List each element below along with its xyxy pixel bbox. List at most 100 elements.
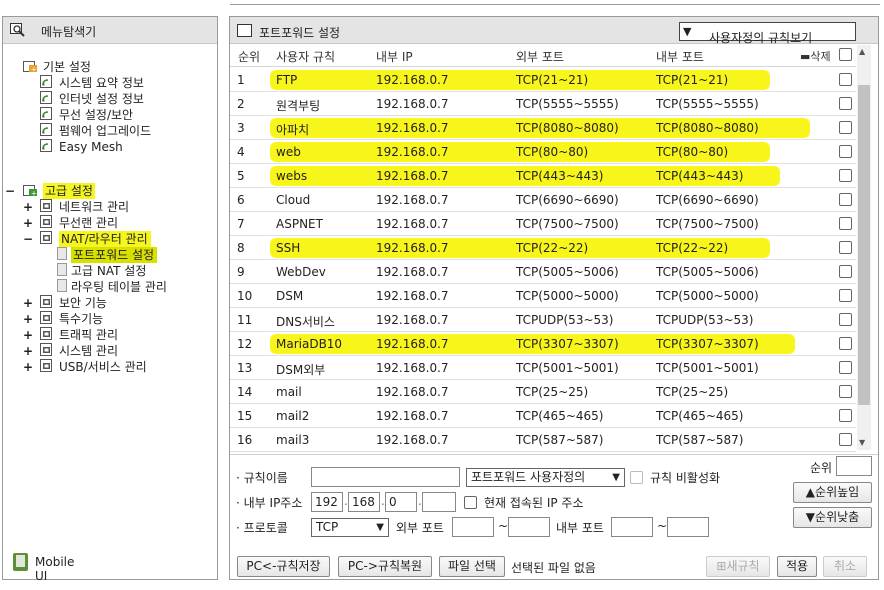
expand-toggle-icon[interactable]: +	[23, 295, 33, 311]
ext-port-start-input[interactable]	[452, 517, 494, 537]
row-delete-checkbox[interactable]	[839, 73, 852, 86]
ip-octet-1[interactable]: 192	[311, 492, 343, 512]
collapse-toggle-icon[interactable]: −	[23, 231, 33, 247]
scroll-up-icon[interactable]: ▲	[859, 47, 865, 56]
expand-toggle-icon[interactable]: +	[23, 327, 33, 343]
table-row[interactable]: 6 Cloud 192.168.0.7 TCP(6690~6690) TCP(6…	[230, 188, 856, 212]
menu-item[interactable]: USB/서비스 관리	[59, 359, 147, 375]
table-row[interactable]: 13 DSM외부 192.168.0.7 TCP(5001~5001) TCP(…	[230, 356, 856, 380]
menu-item[interactable]: 라우팅 테이블 관리	[71, 279, 167, 295]
menu-advanced-settings[interactable]: 고급 설정	[43, 183, 95, 199]
cell-rule-name[interactable]: SSH	[276, 241, 300, 255]
collapse-toggle-icon[interactable]: −	[5, 183, 15, 199]
expand-toggle-icon[interactable]: +	[23, 215, 33, 231]
menu-item[interactable]: 무선랜 관리	[59, 215, 118, 231]
expand-toggle-icon[interactable]: +	[23, 343, 33, 359]
menu-item[interactable]: 보안 기능	[59, 295, 107, 311]
row-delete-checkbox[interactable]	[839, 265, 852, 278]
table-row[interactable]: 1 FTP 192.168.0.7 TCP(21~21) TCP(21~21)	[230, 68, 856, 92]
cell-rule-name[interactable]: FTP	[276, 73, 297, 87]
int-port-start-input[interactable]	[611, 517, 653, 537]
cancel-button[interactable]: 취소	[823, 556, 867, 577]
row-delete-checkbox[interactable]	[839, 169, 852, 182]
row-delete-checkbox[interactable]	[839, 361, 852, 374]
scrollbar-thumb[interactable]	[858, 85, 870, 405]
ip-octet-2[interactable]: 168	[348, 492, 380, 512]
priority-input[interactable]	[836, 456, 872, 476]
cell-rule-name[interactable]: DNS서비스	[276, 313, 335, 330]
menu-item[interactable]: 고급 NAT 설정	[71, 263, 146, 279]
int-port-end-input[interactable]	[667, 517, 709, 537]
cell-rule-name[interactable]: 아파치	[276, 121, 309, 138]
rule-name-input[interactable]	[311, 467, 460, 487]
row-delete-checkbox[interactable]	[839, 193, 852, 206]
menu-basic-settings[interactable]: 기본 설정	[43, 59, 91, 75]
cell-rule-name[interactable]: MariaDB10	[276, 337, 342, 351]
cell-rule-name[interactable]: mail3	[276, 433, 309, 447]
expand-toggle-icon[interactable]: +	[23, 199, 33, 215]
row-delete-checkbox[interactable]	[839, 97, 852, 110]
table-row[interactable]: 9 WebDev 192.168.0.7 TCP(5005~5006) TCP(…	[230, 260, 856, 284]
row-delete-checkbox[interactable]	[839, 313, 852, 326]
table-row[interactable]: 4 web 192.168.0.7 TCP(80~80) TCP(80~80)	[230, 140, 856, 164]
ip-octet-4[interactable]	[422, 492, 456, 512]
cell-rule-name[interactable]: webs	[276, 169, 307, 183]
row-delete-checkbox[interactable]	[839, 289, 852, 302]
row-delete-checkbox[interactable]	[839, 217, 852, 230]
table-row[interactable]: 8 SSH 192.168.0.7 TCP(22~22) TCP(22~22)	[230, 236, 856, 260]
ip-octet-3[interactable]: 0	[385, 492, 417, 512]
table-row[interactable]: 7 ASPNET 192.168.0.7 TCP(7500~7500) TCP(…	[230, 212, 856, 236]
menu-item[interactable]: 인터넷 설정 정보	[59, 91, 144, 107]
expand-toggle-icon[interactable]: +	[23, 311, 33, 327]
menu-item[interactable]: 네트워크 관리	[59, 199, 129, 215]
table-row[interactable]: 3 아파치 192.168.0.7 TCP(8080~8080) TCP(808…	[230, 116, 856, 140]
table-row[interactable]: 11 DNS서비스 192.168.0.7 TCPUDP(53~53) TCPU…	[230, 308, 856, 332]
menu-item[interactable]: 포트포워드 설정	[71, 247, 158, 263]
table-row[interactable]: 5 webs 192.168.0.7 TCP(443~443) TCP(443~…	[230, 164, 856, 188]
cell-rule-name[interactable]: mail	[276, 385, 302, 399]
row-delete-checkbox[interactable]	[839, 145, 852, 158]
cell-rule-name[interactable]: mail2	[276, 409, 309, 423]
row-delete-checkbox[interactable]	[839, 241, 852, 254]
disable-rule-checkbox[interactable]	[630, 471, 643, 484]
table-scrollbar[interactable]: ▲ ▼	[857, 45, 871, 450]
menu-item[interactable]: 트래픽 관리	[59, 327, 118, 343]
ext-port-end-input[interactable]	[508, 517, 550, 537]
row-delete-checkbox[interactable]	[839, 121, 852, 134]
menu-item[interactable]: NAT/라우터 관리	[59, 231, 151, 247]
select-all-checkbox[interactable]	[839, 48, 852, 61]
save-to-pc-button[interactable]: PC<-규칙저장	[237, 556, 330, 577]
expand-toggle-icon[interactable]: +	[23, 359, 33, 375]
table-row[interactable]: 10 DSM 192.168.0.7 TCP(5000~5000) TCP(50…	[230, 284, 856, 308]
current-ip-checkbox[interactable]	[464, 496, 477, 509]
new-rule-button[interactable]: ⊞새규칙	[706, 556, 770, 577]
cell-rule-name[interactable]: DSM외부	[276, 361, 325, 378]
scroll-down-icon[interactable]: ▼	[859, 438, 865, 447]
protocol-select[interactable]: TCP ▼	[311, 518, 389, 537]
table-row[interactable]: 14 mail 192.168.0.7 TCP(25~25) TCP(25~25…	[230, 380, 856, 404]
menu-item[interactable]: 펌웨어 업그레이드	[59, 123, 151, 139]
menu-item[interactable]: 특수기능	[59, 311, 103, 327]
cell-rule-name[interactable]: DSM	[276, 289, 303, 303]
menu-item[interactable]: Easy Mesh	[59, 139, 123, 155]
file-select-button[interactable]: 파일 선택	[439, 556, 505, 577]
table-row[interactable]: 2 원격부팅 192.168.0.7 TCP(5555~5555) TCP(55…	[230, 92, 856, 116]
row-delete-checkbox[interactable]	[839, 337, 852, 350]
priority-up-button[interactable]: ▲순위높임	[793, 482, 872, 503]
cell-rule-name[interactable]: web	[276, 145, 301, 159]
priority-down-button[interactable]: ▼순위낮춤	[793, 507, 872, 528]
menu-item[interactable]: 시스템 관리	[59, 343, 118, 359]
row-delete-checkbox[interactable]	[839, 433, 852, 446]
table-row[interactable]: 15 mail2 192.168.0.7 TCP(465~465) TCP(46…	[230, 404, 856, 428]
menu-item[interactable]: 시스템 요약 정보	[59, 75, 144, 91]
rule-view-select[interactable]: ▼ 사용자정의 규칙보기	[679, 22, 856, 45]
table-row[interactable]: 16 mail3 192.168.0.7 TCP(587~587) TCP(58…	[230, 428, 856, 452]
menu-item[interactable]: 무선 설정/보안	[59, 107, 133, 123]
restore-from-pc-button[interactable]: PC->규칙복원	[338, 556, 432, 577]
rule-type-select[interactable]: 포트포워드 사용자정의 ▼	[466, 468, 625, 487]
cell-rule-name[interactable]: 원격부팅	[276, 97, 320, 114]
apply-button[interactable]: 적용	[777, 556, 817, 577]
row-delete-checkbox[interactable]	[839, 385, 852, 398]
cell-rule-name[interactable]: WebDev	[276, 265, 326, 279]
cell-rule-name[interactable]: ASPNET	[276, 217, 323, 231]
